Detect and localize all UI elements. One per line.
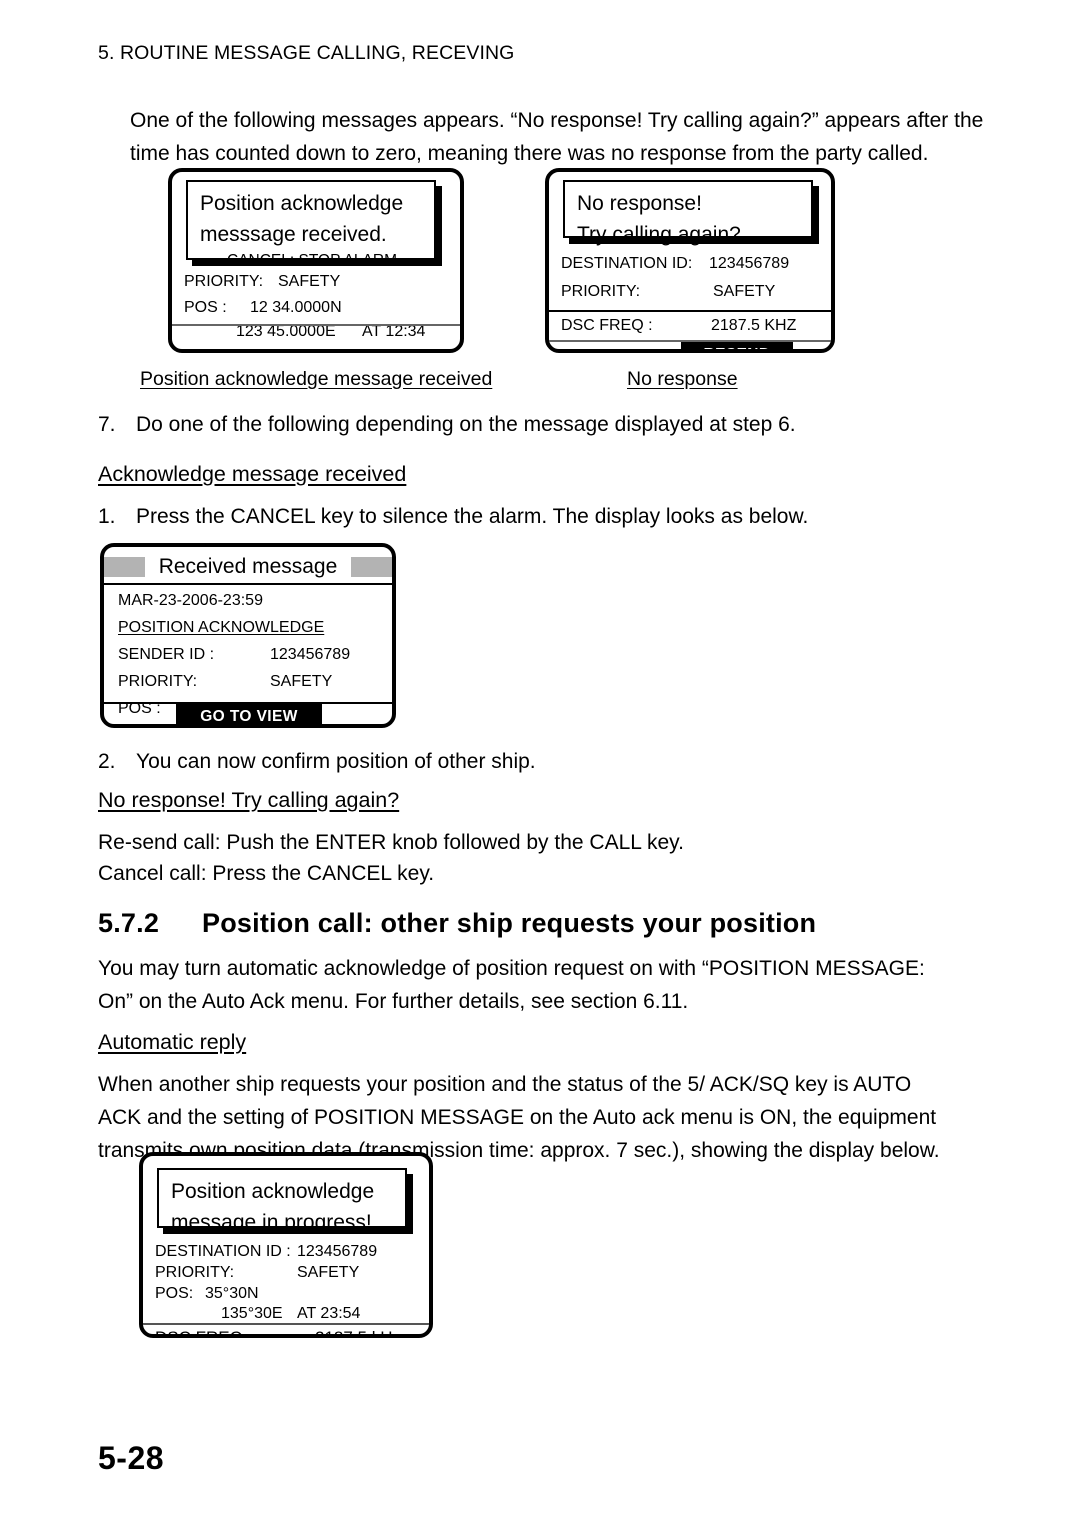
page-number: 5-28 bbox=[98, 1440, 165, 1476]
right-gray-swatch-icon bbox=[351, 557, 392, 577]
field-value: 2187.5 kHz bbox=[315, 1326, 401, 1334]
step-1: 1. Press the CANCEL key to silence the a… bbox=[98, 500, 998, 533]
caption-position-acknowledge: Position acknowledge message received bbox=[140, 368, 493, 390]
step-number: 1. bbox=[98, 505, 116, 528]
field-value: 123456789 bbox=[709, 255, 790, 272]
popup-line-2: Try calling again? bbox=[577, 223, 741, 246]
heading-no-response-try-again: No response! Try calling again? bbox=[98, 788, 400, 812]
titlebar-label: Received message bbox=[158, 555, 338, 578]
field-list: PRIORITY: SAFETY POS : 12 34.0000N 123 4… bbox=[184, 270, 454, 344]
field-label: DESTINATION ID: bbox=[561, 255, 693, 272]
field-destination-id: DESTINATION ID: 123456789 bbox=[561, 252, 829, 280]
popup-line-1: No response! bbox=[577, 192, 702, 215]
field-label: DSC FREQ : bbox=[155, 1326, 252, 1334]
divider bbox=[172, 324, 460, 326]
divider-1 bbox=[143, 1323, 429, 1325]
alert-popup: Position acknowledge messsage received. … bbox=[186, 180, 436, 269]
freq-row: DSC FREQ : 2187.5 kHz bbox=[155, 1326, 425, 1334]
field-label: PRIORITY: bbox=[184, 273, 264, 290]
section-heading: 5.7.2 Position call: other ship requests … bbox=[98, 908, 816, 939]
softkey-go-to-view[interactable]: GO TO VIEW bbox=[176, 704, 322, 724]
field-pos: POS : 12 34.0000N bbox=[184, 296, 454, 320]
field-priority: PRIORITY: SAFETY bbox=[184, 270, 454, 296]
section-number: 5.7.2 bbox=[98, 908, 160, 938]
alert-popup: Position acknowledge message in progress… bbox=[157, 1168, 407, 1234]
popup-line-1: Position acknowledge bbox=[171, 1180, 375, 1203]
popup-hint: CANCEL: STOP ALARM bbox=[227, 252, 397, 269]
freq-row: DSC FREQ : 2187.5 KHZ bbox=[561, 314, 829, 340]
field-priority: PRIORITY: SAFETY bbox=[561, 280, 829, 308]
field-message-type: POSITION ACKNOWLEDGE bbox=[118, 619, 325, 636]
titlebar: Received message bbox=[104, 553, 392, 581]
manual-page: 5. ROUTINE MESSAGE CALLING, RECEVING One… bbox=[0, 0, 1080, 1527]
field-list: DESTINATION ID: 123456789 PRIORITY: SAFE… bbox=[561, 252, 829, 308]
heading-acknowledge-message-received: Acknowledge message received bbox=[98, 462, 407, 486]
popup-line-2: messsage received. bbox=[200, 223, 387, 246]
divider-top bbox=[549, 310, 831, 312]
field-dsc-freq: DSC FREQ : 2187.5 kHz bbox=[155, 1326, 425, 1334]
field-priority: PRIORITY: SAFETY bbox=[155, 1261, 425, 1282]
section-paragraph: You may turn automatic acknowledge of po… bbox=[98, 957, 925, 1013]
field-label: DSC FREQ : bbox=[561, 317, 653, 334]
cancel-call-line: Cancel call: Press the CANCEL key. bbox=[98, 862, 435, 885]
field-label: SENDER ID : bbox=[118, 646, 215, 663]
field-priority: PRIORITY: SAFETY bbox=[118, 670, 384, 697]
field-value: 123456789 bbox=[270, 646, 351, 663]
field-dsc-freq: DSC FREQ : 2187.5 KHZ bbox=[561, 314, 829, 340]
intro-paragraph: One of the following messages appears. “… bbox=[130, 109, 984, 165]
field-list: DESTINATION ID : 123456789 PRIORITY: SAF… bbox=[155, 1240, 425, 1322]
field-value: 2187.5 KHZ bbox=[711, 317, 797, 334]
field-timestamp: MAR-23-2006-23:59 bbox=[118, 592, 263, 609]
field-destination-id: DESTINATION ID : 123456789 bbox=[155, 1240, 425, 1261]
step-text: Do one of the following depending on the… bbox=[136, 413, 796, 436]
lcd-no-response: No response! Try calling again? DESTINAT… bbox=[545, 168, 835, 353]
field-value: SAFETY bbox=[713, 283, 776, 300]
field-value: 12 34.0000N bbox=[250, 299, 342, 316]
resend-call-line: Re-send call: Push the ENTER knob follow… bbox=[98, 831, 684, 854]
field-label: POS : bbox=[184, 299, 227, 316]
step-7: 7. Do one of the following depending on … bbox=[98, 408, 998, 441]
field-value: SAFETY bbox=[270, 673, 333, 690]
popup-line-2: message in progress! bbox=[171, 1211, 372, 1234]
field-sender-id: SENDER ID : 123456789 bbox=[118, 643, 384, 670]
softkey-resend[interactable]: RESEND bbox=[681, 342, 793, 349]
field-label: POS : bbox=[118, 700, 161, 717]
lcd-position-acknowledge-in-progress: Position acknowledge message in progress… bbox=[139, 1152, 433, 1338]
field-pos: POS: 35°30N bbox=[155, 1282, 425, 1302]
step-number: 2. bbox=[98, 750, 116, 773]
left-gray-swatch-icon bbox=[104, 557, 145, 577]
section-title: Position call: other ship requests your … bbox=[202, 908, 817, 938]
chapter-running-head: 5. ROUTINE MESSAGE CALLING, RECEVING bbox=[98, 42, 515, 64]
alert-popup: No response! Try calling again? bbox=[563, 180, 813, 246]
field-value: SAFETY bbox=[278, 273, 341, 290]
step-2: 2. You can now confirm position of other… bbox=[98, 745, 998, 778]
step-text: You can now confirm position of other sh… bbox=[136, 750, 536, 773]
lcd-position-acknowledge-received: Position acknowledge messsage received. … bbox=[168, 168, 464, 353]
step-text: Press the CANCEL key to silence the alar… bbox=[136, 505, 809, 528]
lcd-received-message: Received message MAR-23-2006-23:59 POSIT… bbox=[100, 543, 396, 728]
caption-no-response: No response bbox=[627, 368, 738, 390]
field-pos-second-line: 135°30E AT 23:54 bbox=[155, 1302, 425, 1322]
step-number: 7. bbox=[98, 413, 116, 436]
divider-under-title bbox=[104, 583, 392, 585]
popup-line-1: Position acknowledge bbox=[200, 192, 404, 215]
field-label: PRIORITY: bbox=[561, 283, 641, 300]
field-label: PRIORITY: bbox=[118, 673, 198, 690]
heading-automatic-reply: Automatic reply bbox=[98, 1030, 247, 1054]
